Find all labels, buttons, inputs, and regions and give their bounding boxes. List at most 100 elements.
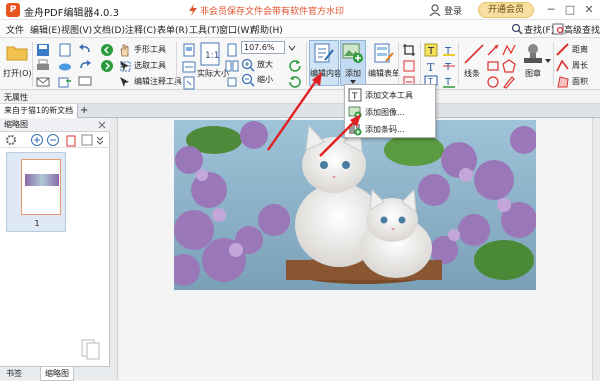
chevron-down-icon[interactable] (287, 42, 297, 54)
svg-text:1:1: 1:1 (205, 51, 219, 61)
stamp-button[interactable]: 图章 (525, 68, 541, 79)
menu-view[interactable]: 视图(V) (61, 23, 92, 36)
menu-comment[interactable]: 注释(C) (125, 23, 156, 36)
print-icon[interactable] (36, 59, 50, 73)
svg-text:T: T (427, 61, 435, 73)
polyline-tool-icon[interactable] (502, 43, 516, 57)
thumb-zoom-in-icon[interactable] (30, 133, 44, 147)
ellipse-tool-icon[interactable] (486, 75, 500, 89)
menu-item-label: 添加图像... (365, 108, 405, 117)
toolbar-separator (458, 42, 459, 86)
save-icon[interactable] (36, 43, 50, 57)
pencil-tool-icon[interactable] (502, 75, 516, 89)
zoom-in-button[interactable]: 放大 (257, 59, 273, 70)
arrow-tool-icon[interactable] (486, 43, 500, 57)
thumbnail-panel: 缩略图 1 书签 缩略图 (0, 118, 110, 381)
minimize-icon[interactable]: ─ (544, 3, 558, 17)
thumb-delete-icon[interactable] (64, 133, 78, 147)
history-icon[interactable] (288, 74, 302, 88)
export-icon[interactable] (58, 75, 72, 89)
menu-item-label: 添加条码... (365, 125, 405, 134)
add-image-item[interactable]: 添加图像... (345, 104, 435, 120)
menu-tools[interactable]: 工具(T) (189, 23, 220, 36)
svg-text:T: T (444, 62, 452, 73)
distance-icon (556, 43, 569, 56)
edit-form-button[interactable]: 编辑表单 (368, 68, 400, 79)
menu-edit[interactable]: 编辑(E) (30, 23, 61, 36)
highlight-icon[interactable]: T (442, 43, 456, 57)
advanced-find-button[interactable]: 高级查找 (564, 23, 600, 36)
zoom-out-button[interactable]: 缩小 (257, 74, 273, 85)
edit-content-label: 编辑内容 (310, 69, 342, 78)
back-arrow-icon[interactable] (100, 43, 114, 57)
document-icon[interactable] (58, 43, 72, 57)
typewriter-icon[interactable]: T (424, 43, 438, 57)
forward-arrow-icon[interactable] (100, 59, 114, 73)
menu-form[interactable]: 表单(R) (157, 23, 188, 36)
close-icon[interactable]: ✕ (582, 3, 596, 17)
watermark-warning-banner[interactable]: 非会员保存文件会带有软件官方水印 (200, 4, 344, 17)
open-button[interactable]: 打开(O) (3, 68, 32, 79)
comment-icon[interactable] (78, 75, 92, 89)
canvas-scrollbar[interactable] (592, 118, 600, 380)
document-tab[interactable]: 来自于猫1的新文档 (0, 104, 78, 118)
more-chevron-icon[interactable] (95, 133, 105, 147)
fit-visible-icon[interactable] (182, 76, 196, 90)
vip-button[interactable]: 开通会员 (478, 2, 534, 18)
thumb-zoom-out-icon[interactable] (46, 133, 60, 147)
add-text-tool-item[interactable]: T 添加文本工具 (345, 87, 435, 103)
polygon-tool-icon[interactable] (502, 59, 516, 73)
kittens-photo (174, 120, 536, 290)
perimeter-button[interactable]: 周长 (572, 60, 588, 71)
select-tool-icon (120, 61, 131, 72)
strikeout-icon[interactable]: T (442, 59, 456, 73)
thumb-rotate-icon[interactable] (80, 133, 94, 147)
select-tool-button[interactable]: 选取工具 (134, 60, 166, 71)
menu-document[interactable]: 文档(D) (93, 23, 125, 36)
panel-close-icon[interactable] (96, 119, 108, 131)
edit-annotation-tool-button[interactable]: 编辑注释工具 (134, 76, 182, 87)
find-icon (511, 23, 523, 35)
email-icon[interactable] (36, 75, 50, 89)
rotate-icon[interactable] (225, 75, 239, 89)
app-title: 金舟PDF编辑器4.0.3 (24, 8, 119, 19)
tab-bookmarks[interactable]: 书签 (2, 367, 26, 381)
area-button[interactable]: 面积 (572, 76, 588, 87)
hand-tool-button[interactable]: 手形工具 (134, 44, 166, 55)
menu-help[interactable]: 帮助(H) (251, 23, 283, 36)
edit-annotation-icon (120, 77, 129, 87)
fit-page-icon[interactable] (182, 43, 196, 57)
cloud-icon[interactable] (58, 59, 72, 73)
document-canvas[interactable] (118, 118, 600, 380)
rectangle-tool-icon[interactable] (486, 59, 500, 73)
caret-down-icon[interactable] (544, 58, 552, 64)
line-tool-button[interactable]: 线条 (464, 68, 480, 79)
single-page-icon[interactable] (225, 43, 239, 57)
login-link[interactable]: 登录 (444, 4, 462, 17)
menu-window[interactable]: 窗口(W) (219, 23, 253, 36)
distance-button[interactable]: 距离 (572, 44, 588, 55)
undo-icon[interactable] (78, 43, 92, 57)
refresh-icon[interactable] (288, 58, 302, 72)
zoom-level-field[interactable]: 107.6% (241, 41, 285, 54)
menu-file[interactable]: 文件 (6, 23, 24, 36)
add-barcode-item[interactable]: 添加条码... (345, 121, 435, 137)
add-image-icon (342, 43, 363, 63)
fit-width-icon[interactable] (182, 60, 196, 74)
find-button[interactable]: 查找(F) (524, 23, 554, 36)
underline-icon[interactable]: T (442, 75, 456, 89)
text-tool-icon: T (348, 88, 362, 102)
page-thumbnail[interactable]: 1 (6, 152, 66, 232)
crop-icon[interactable] (402, 43, 416, 57)
open-folder-icon[interactable] (6, 42, 28, 62)
two-page-icon[interactable] (225, 59, 239, 73)
property-bar: 无属性 (0, 90, 600, 104)
tab-thumbnails[interactable]: 缩略图 (40, 367, 74, 381)
settings-icon[interactable] (4, 133, 18, 147)
panel-scrollbar[interactable] (110, 118, 118, 380)
redo-icon[interactable] (78, 59, 92, 73)
link-icon[interactable] (402, 59, 416, 73)
new-tab-button[interactable]: + (80, 105, 88, 116)
text-box-icon[interactable]: T (424, 59, 438, 73)
maximize-icon[interactable]: □ (563, 3, 577, 17)
